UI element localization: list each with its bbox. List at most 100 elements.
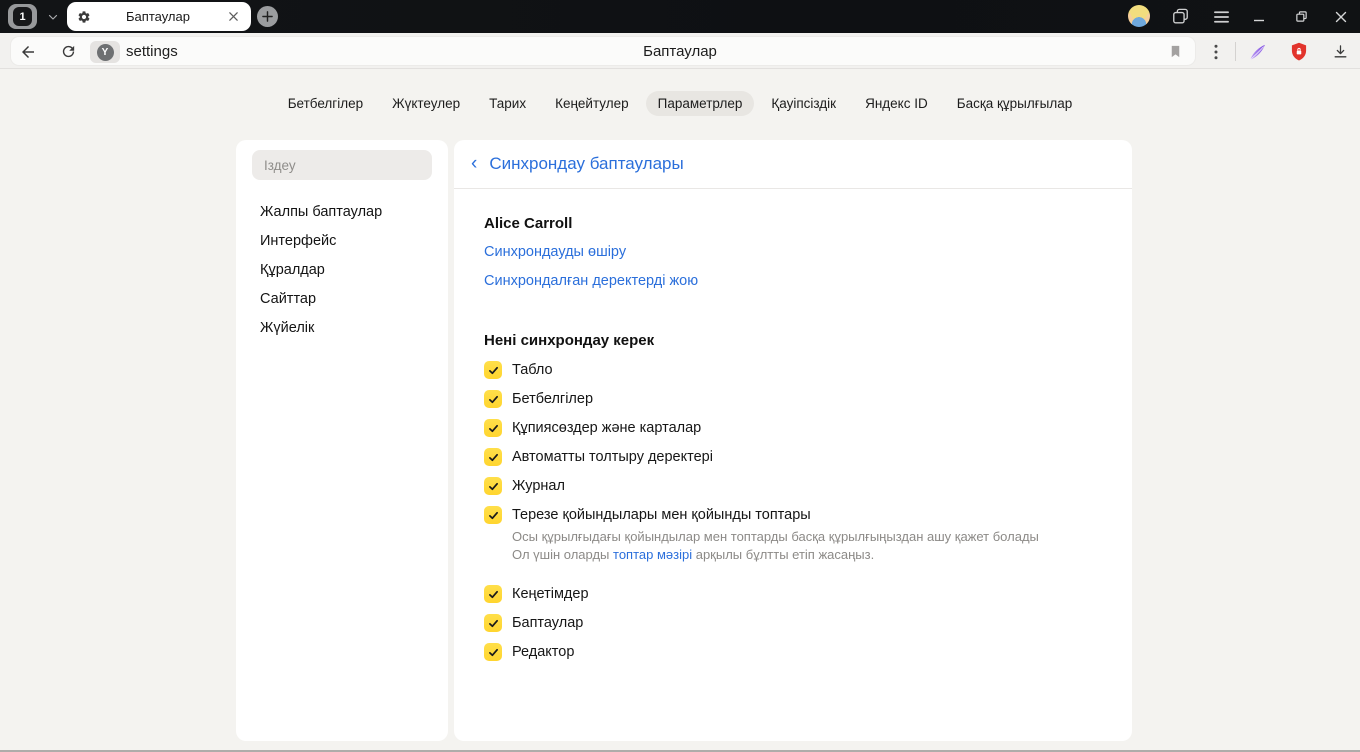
account-name: Alice Carroll: [484, 215, 573, 232]
browser-window: { "window": { "tab_count": "1", "tab_tit…: [0, 0, 1360, 752]
checkmark-icon: [488, 453, 498, 461]
settings-nav-tab[interactable]: Яндекс ID: [853, 91, 940, 116]
sync-option-row[interactable]: Автоматты толтыру деректері: [484, 448, 1102, 466]
sidebar-item[interactable]: Интерфейс: [236, 226, 448, 255]
tab-close-button[interactable]: [225, 9, 241, 25]
window-restore-button[interactable]: [1288, 4, 1314, 29]
bookmark-flag-icon: [1171, 45, 1179, 58]
sync-options-list: Табло Бетбелгілер Құпиясөздер және карта…: [484, 361, 1102, 661]
sidebar-item[interactable]: Сайттар: [236, 284, 448, 313]
option-description: Осы құрылғыдағы қойындылар мен топтарды …: [512, 528, 1039, 564]
disable-sync-link[interactable]: Синхрондауды өшіру: [484, 245, 626, 260]
protect-shield-icon: [1291, 42, 1307, 61]
settings-nav-tab[interactable]: Кеңейтулер: [543, 91, 641, 116]
checkbox-label: Автоматты толтыру деректері: [512, 449, 713, 465]
settings-nav-tab[interactable]: Қауіпсіздік: [759, 91, 848, 116]
checkbox-checked[interactable]: [484, 390, 502, 408]
toolbar: Y settings Баптаулар: [0, 33, 1360, 69]
hamburger-menu-icon: [1213, 10, 1229, 23]
sync-option-row[interactable]: Кеңетімдер: [484, 585, 1102, 603]
yandex-browser-logo-icon: Y: [96, 43, 114, 61]
checkmark-icon: [488, 648, 498, 656]
chevron-down-icon: [48, 14, 58, 20]
sync-settings-title: Синхрондау баптаулары: [489, 154, 684, 173]
sidebar-item[interactable]: Жүйелік: [236, 313, 448, 342]
checkbox-checked[interactable]: [484, 614, 502, 632]
sidebar-items: Жалпы баптаулар Интерфейс Құралдар Сайтт…: [236, 197, 448, 342]
feather-icon: [1250, 44, 1265, 60]
tab-counter-button[interactable]: 1: [8, 4, 37, 29]
plus-icon: [262, 11, 273, 22]
checkbox-label: Редактор: [512, 644, 575, 660]
browser-menu-button[interactable]: [1208, 4, 1234, 29]
checkbox-checked[interactable]: [484, 585, 502, 603]
restore-icon: [1295, 11, 1307, 22]
collections-icon: [1172, 8, 1188, 24]
sync-option-row[interactable]: Құпиясөздер және карталар: [484, 419, 1102, 437]
sync-option-row[interactable]: Табло: [484, 361, 1102, 379]
checkmark-icon: [488, 619, 498, 627]
sync-option-row[interactable]: Бетбелгілер: [484, 390, 1102, 408]
back-button[interactable]: [15, 39, 41, 64]
omnibox[interactable]: [10, 36, 1196, 66]
toolbar-divider: [1235, 42, 1236, 61]
site-badge[interactable]: Y: [90, 41, 120, 63]
search-input[interactable]: [252, 150, 432, 180]
checkmark-icon: [488, 366, 498, 374]
checkbox-checked[interactable]: [484, 506, 502, 524]
settings-nav-tab[interactable]: Бетбелгілер: [276, 91, 375, 116]
window-close-button[interactable]: [1328, 4, 1354, 29]
bookmark-button[interactable]: [1162, 39, 1188, 64]
close-icon: [1335, 11, 1347, 22]
checkbox-label: Журнал: [512, 478, 565, 494]
checkmark-icon: [488, 424, 498, 432]
sidebar-item[interactable]: Жалпы баптаулар: [236, 197, 448, 226]
checkbox-checked[interactable]: [484, 477, 502, 495]
sync-settings-header: ‹ Синхрондау баптаулары: [454, 140, 1132, 189]
checkbox-checked[interactable]: [484, 448, 502, 466]
delete-synced-data-link[interactable]: Синхрондалған деректерді жою: [484, 274, 698, 289]
checkbox-label: Кеңетімдер: [512, 586, 589, 602]
sidebar-item[interactable]: Құралдар: [236, 255, 448, 284]
tab-list-chevron-button[interactable]: [41, 5, 65, 29]
settings-sidebar: Жалпы баптаулар Интерфейс Құралдар Сайтт…: [236, 140, 448, 741]
settings-nav-tab[interactable]: Басқа құрылғылар: [945, 91, 1085, 116]
close-icon: [228, 12, 238, 21]
sync-option-row[interactable]: Терезе қойындылары мен қойынды топтары О…: [484, 506, 1102, 574]
sync-settings-body: Alice Carroll Синхрондауды өшіру Синхрон…: [454, 189, 1132, 661]
refresh-button[interactable]: [55, 39, 81, 64]
profile-avatar[interactable]: [1128, 5, 1150, 27]
checkmark-icon: [488, 395, 498, 403]
checkbox-checked[interactable]: [484, 643, 502, 661]
checkbox-label: Баптаулар: [512, 615, 584, 631]
collections-button[interactable]: [1167, 4, 1193, 29]
sync-option-row[interactable]: Журнал: [484, 477, 1102, 495]
back-arrow-icon: [22, 45, 34, 58]
settings-nav-tab[interactable]: Параметрлер: [645, 90, 755, 116]
downloads-button[interactable]: [1327, 39, 1353, 64]
sidebar-search[interactable]: [252, 150, 432, 180]
checkbox-checked[interactable]: [484, 419, 502, 437]
tab-groups-menu-link[interactable]: топтар мәзірі: [613, 547, 692, 562]
extension-feather-button[interactable]: [1244, 39, 1270, 64]
protect-button[interactable]: [1286, 39, 1312, 64]
window-minimize-button[interactable]: [1246, 4, 1272, 29]
option-description-line2: Ол үшін оларды топтар мәзірі арқылы бұлт…: [512, 547, 875, 562]
option-description-line1: Осы құрылғыдағы қойындылар мен топтарды …: [512, 529, 1039, 544]
tab-count: 1: [13, 7, 32, 26]
active-tab[interactable]: Баптаулар: [67, 2, 251, 31]
sync-option-row[interactable]: Баптаулар: [484, 614, 1102, 632]
download-arrow-icon: [1334, 45, 1346, 58]
settings-nav-tab[interactable]: Тарих: [477, 91, 538, 116]
sync-option-row[interactable]: Редактор: [484, 643, 1102, 661]
sync-settings-panel: ‹ Синхрондау баптаулары Alice Carroll Си…: [454, 140, 1132, 741]
new-tab-button[interactable]: [257, 6, 278, 27]
more-actions-button[interactable]: [1203, 39, 1229, 64]
back-chevron-icon[interactable]: ‹: [471, 154, 477, 173]
checkmark-icon: [488, 590, 498, 598]
checkbox-checked[interactable]: [484, 361, 502, 379]
checkbox-label: Терезе қойындылары мен қойынды топтары: [512, 507, 811, 523]
address-text[interactable]: settings: [126, 43, 178, 60]
more-dots-icon: [1214, 44, 1218, 59]
settings-nav-tab[interactable]: Жүктеулер: [380, 91, 472, 116]
